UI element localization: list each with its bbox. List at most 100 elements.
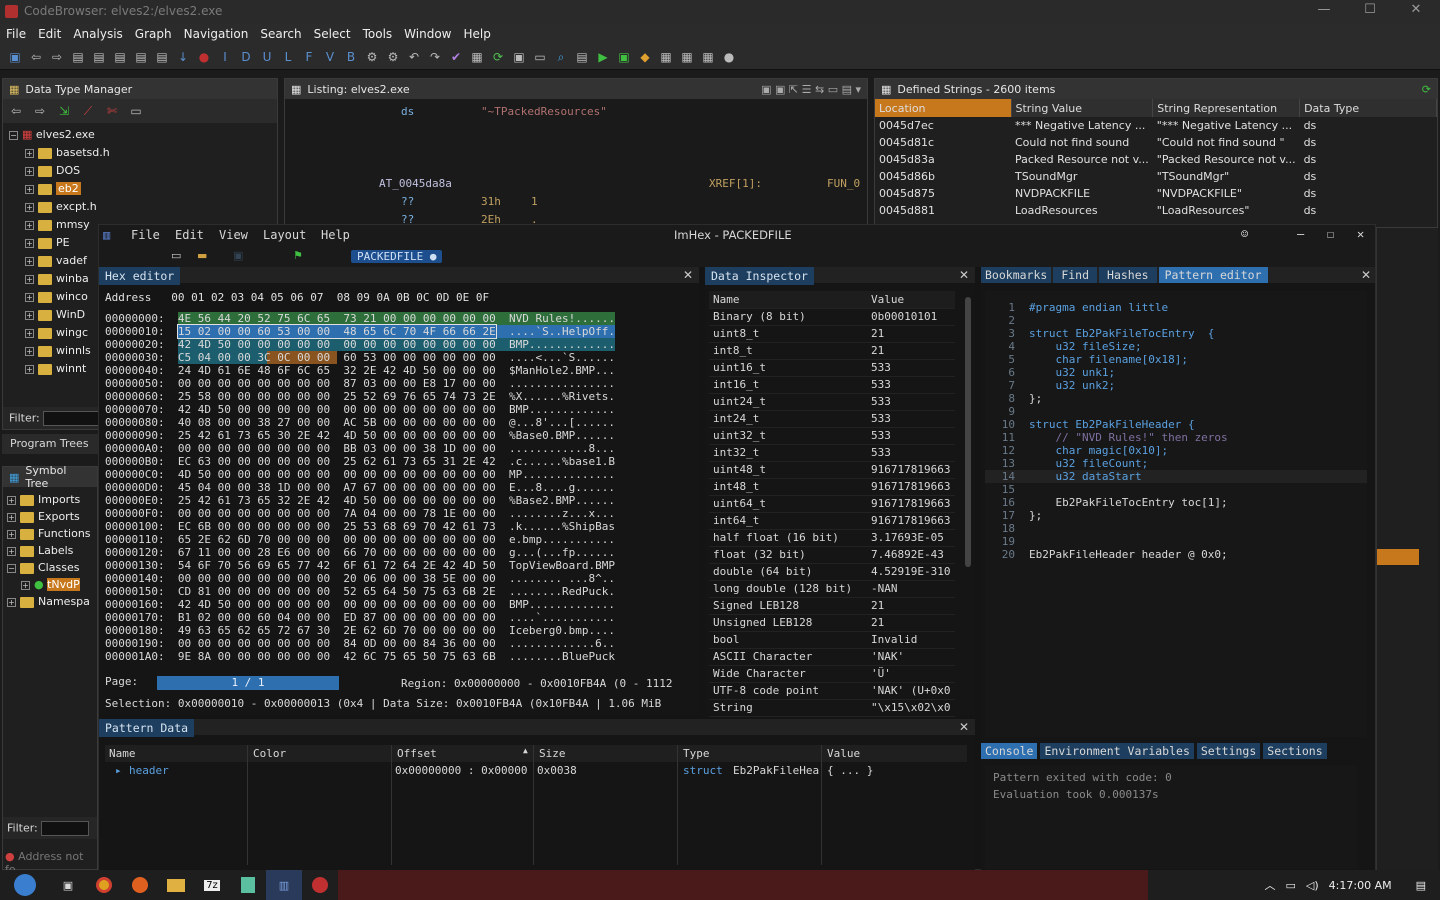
inspector-row[interactable]: int32_t 533	[709, 444, 955, 462]
dtm-archive-icon[interactable]: ⇲	[55, 102, 73, 120]
pattern-code-editor[interactable]: 1 #pragma endian little 2 3 struct Eb2PakFil…	[985, 291, 1367, 737]
notifications-icon[interactable]: ▤	[1416, 879, 1426, 892]
hex-bytes[interactable]: EC 63 00 00 00 00 00 00 25 62 61 73 65 3…	[178, 455, 496, 468]
imhex-menu-view[interactable]: View	[219, 228, 248, 242]
tool-icon-7[interactable]: ◆	[636, 48, 654, 66]
chrome-icon[interactable]	[86, 870, 122, 900]
tab-sections[interactable]: Sections	[1263, 743, 1327, 759]
code-line[interactable]: 9	[985, 405, 1367, 418]
smiley-icon[interactable]: ☺	[1241, 227, 1248, 241]
inspector-row[interactable]: ASCII Character 'NAK'	[709, 648, 955, 666]
code-line[interactable]: 13 u32 fileCount;	[985, 457, 1367, 470]
symbol-item[interactable]: + Imports	[7, 491, 97, 508]
tool-icon-5[interactable]: ▤	[573, 48, 591, 66]
hex-row[interactable]: 00000170: B1 02 00 00 60 04 00 00 ED 87 …	[105, 611, 699, 624]
hex-editor-tab[interactable]: Hex editor	[99, 267, 181, 285]
hex-row[interactable]: 000000D0: 45 04 00 00 38 1D 00 00 A7 67 …	[105, 481, 699, 494]
hex-bytes[interactable]: 00 00 00 00 00 00 00 00 87 03 00 00 E8 1…	[178, 377, 496, 390]
bookmark-icon[interactable]: ⚑	[293, 249, 303, 262]
pattern-data-tab[interactable]: Pattern Data	[99, 719, 195, 737]
imhex-close[interactable]: ✕	[1357, 227, 1364, 241]
hex-ascii[interactable]: .k......%ShipBas	[496, 520, 615, 533]
tool-icon-1[interactable]: ⚙	[363, 48, 381, 66]
toolbar-letter-u[interactable]: U	[258, 48, 276, 66]
hex-row[interactable]: 00000180: 49 63 65 62 65 72 67 30 2E 62 …	[105, 624, 699, 637]
toolbar-letter-f[interactable]: F	[300, 48, 318, 66]
code-line[interactable]: 14 u32 dataStart	[985, 470, 1367, 483]
inspector-row[interactable]: uint24_t 533	[709, 393, 955, 411]
menu-edit[interactable]: Edit	[32, 27, 67, 41]
table-row[interactable]: 0045d7ec *** Negative Latency ... "*** Neg…	[875, 117, 1437, 134]
tree-item[interactable]: + DOS	[9, 162, 277, 180]
tree-item[interactable]: + basetsd.h	[9, 144, 277, 162]
hex-row[interactable]: 00000100: EC 6B 00 00 00 00 00 00 25 53 …	[105, 520, 699, 533]
hex-row[interactable]: 000000F0: 00 00 00 00 00 00 00 00 7A 04 …	[105, 507, 699, 520]
hex-bytes[interactable]: 00 00 00 00 00 00 00 00 84 0D 00 00 84 3…	[178, 637, 496, 650]
symbol-item[interactable]: + Labels	[7, 542, 97, 559]
inspector-row[interactable]: half float (16 bit) 3.17693E-05	[709, 529, 955, 547]
inspector-row[interactable]: uint16_t 533	[709, 359, 955, 377]
hex-bytes[interactable]: CD 81 00 00 00 00 00 00 52 65 64 50 75 6…	[178, 585, 496, 598]
hex-ascii[interactable]: ............8...	[496, 442, 615, 455]
hex-row[interactable]: 00000080: 40 08 00 00 38 27 00 00 AC 5B …	[105, 416, 699, 429]
tab-environment[interactable]: Environment Variables	[1040, 743, 1194, 759]
hex-bytes[interactable]: 15 02 00 00 60 53 00 00 48 65 6C 70 4F 6…	[176, 324, 497, 339]
inspector-close[interactable]: ✕	[959, 268, 969, 282]
doc-icon-2[interactable]: ▤	[90, 48, 108, 66]
code-line[interactable]: 16 Eb2PakFileTocEntry toc[1];	[985, 496, 1367, 509]
hex-row[interactable]: 00000150: CD 81 00 00 00 00 00 00 52 65 …	[105, 585, 699, 598]
code-line[interactable]: 11 // "NVD Rules!" then zeros	[985, 431, 1367, 444]
redo-icon[interactable]: ↷	[426, 48, 444, 66]
hex-bytes[interactable]: EC 6B 00 00 00 00 00 00 25 53 68 69 70 4…	[178, 520, 496, 533]
inspector-row[interactable]: Unsigned LEB128 21	[709, 614, 955, 632]
hex-row[interactable]: 00000040: 24 4D 61 6E 48 6F 6C 65 32 2E …	[105, 364, 699, 377]
page-selector[interactable]: 1 / 1	[157, 676, 339, 690]
hex-row[interactable]: 00000070: 42 4D 50 00 00 00 00 00 00 00 …	[105, 403, 699, 416]
hex-ascii[interactable]: ........BluePuck	[496, 650, 615, 663]
hex-row[interactable]: 00000090: 25 42 61 73 65 30 2E 42 4D 50 …	[105, 429, 699, 442]
hex-bytes[interactable]: 24 4D 61 6E 48 6F 6C 65 32 2E 42 4D 50 0…	[178, 364, 496, 377]
hex-row[interactable]: 00000050: 00 00 00 00 00 00 00 00 87 03 …	[105, 377, 699, 390]
pattern-editor-close[interactable]: ✕	[1361, 268, 1371, 282]
hex-ascii[interactable]: $ManHole2.BMP...	[496, 364, 615, 377]
code-line[interactable]: 10 struct Eb2PakFileHeader {	[985, 418, 1367, 431]
code-line[interactable]: 19	[985, 535, 1367, 548]
stop-icon[interactable]: ●	[195, 48, 213, 66]
inspector-row[interactable]: Signed LEB128 21	[709, 597, 955, 615]
hex-rows[interactable]: 00000000: 4E 56 44 20 52 75 6C 65 73 21 …	[105, 312, 699, 663]
hex-bytes[interactable]: 4D 50 00 00 00 00 00 00 00 00 00 00 00 0…	[178, 468, 496, 481]
hex-bytes[interactable]: 00 00 00 00 00 00 00 00 BB 03 00 00 38 1…	[178, 442, 496, 455]
hex-bytes[interactable]: 42 4D 50 00 00 00 00 00 00 00 00 00 00 0…	[177, 338, 496, 351]
doc-icon-1[interactable]: ▤	[69, 48, 87, 66]
hex-editor-close[interactable]: ✕	[683, 268, 693, 282]
hex-bytes[interactable]: 67 11 00 00 28 E6 00 00 66 70 00 00 00 0…	[178, 546, 496, 559]
minimize-button[interactable]: —	[1302, 2, 1346, 20]
hex-ascii[interactable]: NVD Rules!......	[495, 312, 615, 325]
code-line[interactable]: 8};	[985, 392, 1367, 405]
hex-row[interactable]: 00000130: 54 6F 70 56 69 65 77 42 6F 61 …	[105, 559, 699, 572]
inspector-row[interactable]: long double (128 bit) -NAN	[709, 580, 955, 598]
inspector-row[interactable]: int24_t 533	[709, 410, 955, 428]
hex-ascii[interactable]: %Base2.BMP......	[496, 494, 615, 507]
hex-ascii[interactable]: @...8'...[......	[496, 416, 615, 429]
hex-row[interactable]: 000000B0: EC 63 00 00 00 00 00 00 25 62 …	[105, 455, 699, 468]
hex-bytes[interactable]: 40 08 00 00 38 27 00 00 AC 5B 00 00 00 0…	[178, 416, 496, 429]
symbol-item[interactable]: + Functions	[7, 525, 97, 542]
refresh-icon[interactable]: ⟳	[489, 48, 507, 66]
clock[interactable]: 4:17:00 AM	[1329, 879, 1392, 892]
ghidra-taskbar-icon[interactable]	[302, 870, 338, 900]
hex-bytes[interactable]: 49 63 65 62 65 72 67 30 2E 62 6D 70 00 0…	[178, 624, 496, 637]
hex-row[interactable]: 00000020: 42 4D 50 00 00 00 00 00 00 00 …	[105, 338, 699, 351]
symbol-filter-input[interactable]	[41, 821, 90, 836]
imhex-menu-file[interactable]: File	[131, 228, 160, 242]
refresh-strings-icon[interactable]: ⟳	[1422, 83, 1431, 96]
col-string-rep[interactable]: String Representation	[1152, 99, 1301, 117]
hex-ascii[interactable]: TopViewBoard.BMP	[496, 559, 615, 572]
tab-find[interactable]: Find	[1053, 267, 1098, 283]
imhex-maximize[interactable]: ☐	[1327, 227, 1334, 241]
menu-navigation[interactable]: Navigation	[178, 27, 255, 41]
folder-icon[interactable]: ▭	[531, 48, 549, 66]
menu-help[interactable]: Help	[458, 27, 497, 41]
hex-row[interactable]: 00000140: 00 00 00 00 00 00 00 00 20 06 …	[105, 572, 699, 585]
hex-ascii[interactable]: ....`...........	[496, 611, 615, 624]
